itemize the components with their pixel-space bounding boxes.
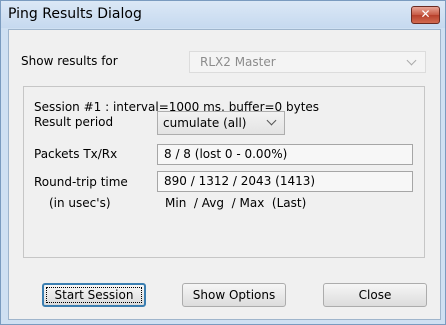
ping-results-dialog: Ping Results Dialog ✕ Show results for R… (0, 0, 446, 325)
round-trip-field: 890 / 1312 / 2043 (1413) (157, 171, 413, 192)
show-results-value: RLX2 Master (200, 55, 276, 69)
title-bar[interactable]: Ping Results Dialog ✕ (1, 1, 445, 28)
chevron-down-icon (406, 55, 417, 66)
round-trip-legend: Min / Avg / Max (Last) (165, 196, 307, 210)
focus-ring (46, 287, 142, 303)
result-period-dropdown[interactable]: cumulate (all) (157, 111, 285, 135)
packets-value: 8 / 8 (lost 0 - 0.00%) (164, 147, 288, 161)
packets-field: 8 / 8 (lost 0 - 0.00%) (157, 144, 413, 165)
show-results-dropdown: RLX2 Master (189, 51, 426, 73)
packets-label: Packets Tx/Rx (34, 147, 118, 161)
show-results-label: Show results for (21, 54, 118, 68)
window-title: Ping Results Dialog (8, 6, 142, 22)
show-options-button[interactable]: Show Options (182, 283, 286, 307)
result-period-value: cumulate (all) (163, 116, 247, 130)
close-button[interactable]: Close (323, 283, 427, 307)
result-period-label: Result period (34, 115, 114, 129)
show-options-label: Show Options (192, 288, 276, 302)
close-icon: ✕ (420, 7, 431, 21)
round-trip-units: (in usec's) (49, 196, 111, 210)
round-trip-label: Round-trip time (34, 175, 128, 189)
dialog-body: Show results for RLX2 Master Session #1 … (8, 29, 441, 320)
close-window-button[interactable]: ✕ (411, 6, 440, 24)
round-trip-value: 890 / 1312 / 2043 (1413) (164, 174, 316, 188)
close-label: Close (358, 288, 392, 302)
chevron-down-icon (266, 115, 277, 126)
start-session-button[interactable]: Start Session (42, 283, 146, 307)
